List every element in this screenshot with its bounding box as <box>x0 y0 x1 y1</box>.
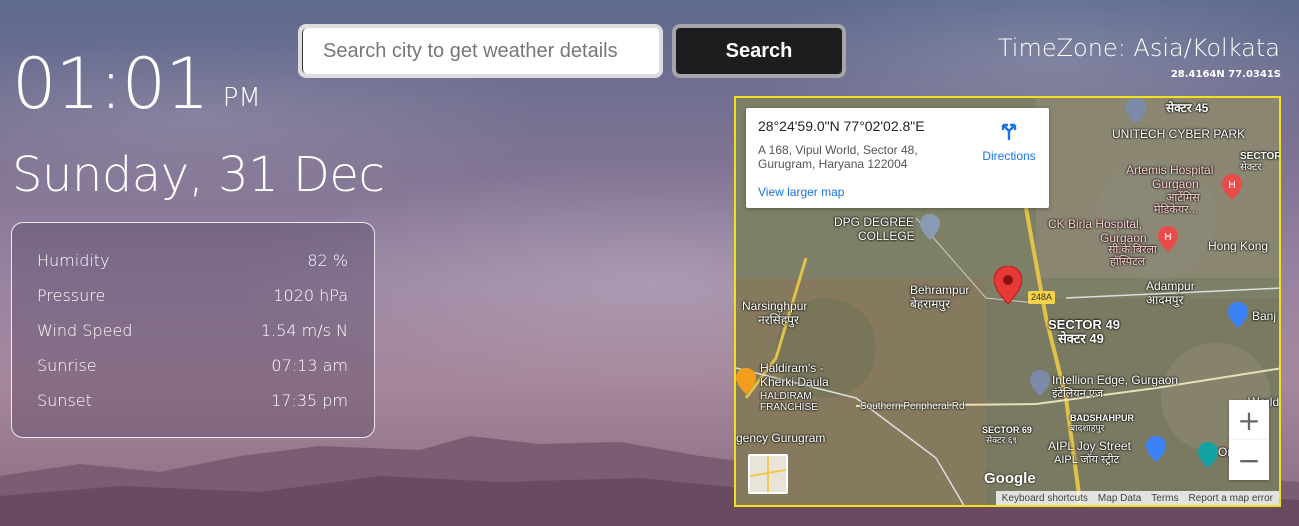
map-label-adampur-1: Adampur <box>1146 279 1195 293</box>
map-label-ckbirla-1: CK Birla Hospital, <box>1048 217 1143 231</box>
directions-button[interactable]: Directions <box>974 120 1044 163</box>
sunrise-label: Sunrise <box>37 356 97 375</box>
map-label-sector69-2: सेक्टर ६९ <box>986 435 1018 445</box>
map-label-haldiram-2: Kherki Daula <box>760 375 829 389</box>
place-pin-icon-om[interactable] <box>1198 442 1218 468</box>
current-date: Sunday, 31 Dec <box>12 147 385 203</box>
map-label-road-248a: 248A <box>1028 291 1056 304</box>
zoom-in-button[interactable]: + <box>1229 400 1269 440</box>
map-label-haldiram-4: FRANCHISE <box>760 402 818 413</box>
keyboard-shortcuts-link[interactable]: Keyboard shortcuts <box>1002 493 1088 504</box>
sunset-label: Sunset <box>37 391 92 410</box>
info-address-line2: Gurugram, Haryana 122004 <box>758 157 908 171</box>
map-label-sector-tr2: सेक्टर <box>1240 162 1262 173</box>
school-pin-icon[interactable] <box>920 214 940 240</box>
wind-speed-row: Wind Speed 1.54 m/s N <box>37 313 348 348</box>
map-label-badshahpur-2: बादशाहपुर <box>1070 423 1105 433</box>
map-label-sector49-2: सेक्टर 49 <box>1058 331 1104 346</box>
map-label-behrampur-1: Behrampur <box>910 283 970 297</box>
clock-ampm: PM <box>222 83 261 113</box>
map-label-behrampur-2: बेहरामपुर <box>910 297 951 311</box>
directions-icon <box>1001 123 1017 140</box>
map-label-artemis-2: Gurgaon <box>1152 177 1199 191</box>
sunset-row: Sunset 17:35 pm <box>37 383 348 418</box>
place-pin-icon-intellion[interactable] <box>1030 370 1050 396</box>
timezone-label: TimeZone: Asia/Kolkata <box>997 34 1280 62</box>
map-label-narsinghpur-1: Narsinghpur <box>742 299 808 313</box>
map-thumbnail-icon <box>749 456 787 492</box>
map-label-sector45: सेक्टर 45 <box>1166 101 1209 115</box>
map-attribution-bar: Keyboard shortcuts Map Data Terms Report… <box>995 491 1279 505</box>
sunset-value: 17:35 pm <box>271 391 348 410</box>
location-pin-icon[interactable] <box>994 266 1022 304</box>
map-label-artemis-1: Artemis Hospital <box>1126 163 1214 177</box>
humidity-label: Humidity <box>37 251 110 270</box>
pressure-value: 1020 hPa <box>273 286 348 305</box>
directions-label: Directions <box>982 149 1036 163</box>
map-label-dpg-2: COLLEGE <box>858 229 915 243</box>
wind-speed-label: Wind Speed <box>37 321 133 340</box>
pressure-label: Pressure <box>37 286 106 305</box>
humidity-value: 82 % <box>307 251 348 270</box>
map-label-intellion-1: Intellion Edge, Gurgaon <box>1052 373 1179 387</box>
map-label-dpg-1: DPG DEGREE <box>834 215 915 229</box>
svg-text:H: H <box>1228 180 1236 191</box>
shopping-pin-icon-aipl[interactable] <box>1146 436 1166 462</box>
info-address: A 168, Vipul World, Sector 48, Gurugram,… <box>758 143 938 171</box>
map-label-banj: Banj <box>1252 309 1277 323</box>
sunrise-value: 07:13 am <box>271 356 348 375</box>
map-label-artemis-4: मेडिकेयर... <box>1154 204 1198 216</box>
map-label-narsinghpur-2: नरसिंहपुर <box>758 313 799 327</box>
map-label-aipl-1: AIPL Joy Street <box>1048 439 1131 453</box>
search-button[interactable]: Search <box>672 24 846 78</box>
search-input[interactable] <box>302 28 659 74</box>
weather-details-panel: Humidity 82 % Pressure 1020 hPa Wind Spe… <box>11 222 375 438</box>
map-label-intellion-2: इंटेलियन एज <box>1052 388 1104 400</box>
map-layer-toggle[interactable] <box>748 454 788 494</box>
map-label-hongkong: Hong Kong <box>1208 239 1269 253</box>
shopping-pin-icon-banj[interactable] <box>1228 302 1248 328</box>
clock-time: 01:01 <box>12 43 210 125</box>
zoom-out-button[interactable]: − <box>1229 440 1269 480</box>
map-embed[interactable]: सेक्टर 45 UNITECH CYBER PARK Artemis Hos… <box>734 96 1281 507</box>
map-data-link[interactable]: Map Data <box>1098 493 1141 504</box>
terms-link[interactable]: Terms <box>1151 493 1178 504</box>
pressure-row: Pressure 1020 hPa <box>37 278 348 313</box>
location-coordinates: 28.4164N 77.0341S <box>1170 69 1281 80</box>
svg-text:H: H <box>1164 232 1172 243</box>
hospital-pin-icon-ckbirla[interactable]: H <box>1158 226 1178 252</box>
humidity-row: Humidity 82 % <box>37 243 348 278</box>
restaurant-pin-icon[interactable] <box>736 368 756 394</box>
map-label-aipl-2: AIPL जॉय स्ट्रीट <box>1054 454 1120 466</box>
hospital-pin-icon-artemis[interactable]: H <box>1222 174 1242 200</box>
map-label-gency: gency Gurugram <box>736 431 826 445</box>
sunrise-row: Sunrise 07:13 am <box>37 348 348 383</box>
report-map-error-link[interactable]: Report a map error <box>1189 493 1273 504</box>
wind-speed-value: 1.54 m/s N <box>260 321 348 340</box>
search-box <box>298 24 663 78</box>
map-label-southern-peripheral-rd: Southern Peripheral Rd <box>860 401 965 412</box>
map-label-haldiram-1: Haldiram's - <box>760 361 824 375</box>
info-address-line1: A 168, Vipul World, Sector 48, <box>758 143 918 157</box>
clock: 01:01 PM <box>12 44 261 124</box>
map-label-ckbirla-4: हॉस्पिटल <box>1110 256 1146 268</box>
place-pin-icon-sector45[interactable] <box>1126 98 1146 124</box>
map-label-adampur-2: आदमपुर <box>1146 293 1184 307</box>
view-larger-map-link[interactable]: View larger map <box>758 185 1037 199</box>
google-logo: Google <box>984 470 1036 487</box>
map-label-sector49-1: SECTOR 49 <box>1048 317 1121 332</box>
map-info-card: 28°24'59.0"N 77°02'02.8"E A 168, Vipul W… <box>746 108 1049 208</box>
map-label-unitech: UNITECH CYBER PARK <box>1112 127 1246 141</box>
